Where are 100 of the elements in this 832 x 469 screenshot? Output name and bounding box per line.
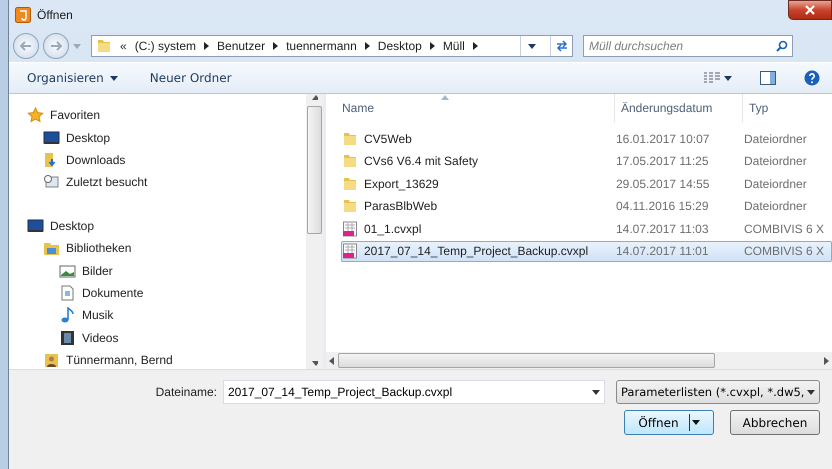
scroll-right-icon: [824, 356, 830, 364]
column-header[interactable]: Änderungsdatum: [614, 94, 742, 122]
date-cell-text: 17.05.2017 11:25: [615, 154, 710, 168]
breadcrumb-item[interactable]: Desktop: [378, 39, 422, 53]
star-icon: [27, 107, 44, 124]
help-icon: [804, 70, 820, 86]
list-view-icon: [704, 72, 720, 84]
pane-icon: [760, 71, 776, 85]
date-cell-text: 16.01.2017 10:07: [615, 132, 710, 146]
file-icon: [342, 220, 358, 237]
nav-item[interactable]: Videos: [82, 330, 118, 345]
file-row[interactable]: CVs6 V6.4 mit Safety 17.05.2017 11:25 Dateiordner: [341, 150, 832, 172]
music-note-icon: [59, 307, 76, 324]
file-name: CVs6 V6.4 mit Safety: [364, 154, 478, 168]
organize-button[interactable]: Organisieren: [23, 69, 122, 87]
scroll-left-icon: [328, 356, 334, 364]
nav-item[interactable]: Bibliotheken: [66, 241, 132, 256]
file-name: 2017_07_14_Temp_Project_Backup.cvxpl: [364, 244, 588, 258]
chevron-icon: [430, 42, 435, 50]
close-button[interactable]: [788, 0, 832, 20]
type-cell-text: Dateiordner: [743, 132, 808, 146]
breadcrumb-item[interactable]: Müll: [442, 39, 465, 53]
nav-item[interactable]: Downloads: [66, 152, 126, 167]
back-arrow-icon: [20, 41, 32, 51]
breadcrumb-item[interactable]: Benutzer: [217, 39, 266, 53]
date-cell-text: 14.07.2017 11:03: [615, 222, 710, 236]
filetype-dropdown[interactable]: Parameterlisten (*.cvxpl, *.dw5,: [616, 380, 820, 404]
type-cell-text: COMBIVIS 6 X: [743, 222, 826, 236]
desktop-icon: [27, 218, 44, 234]
file-name: CV5Web: [364, 132, 412, 146]
horizontal-scrollbar[interactable]: [326, 352, 832, 369]
date-cell-text: 04.11.2016 15:29: [615, 199, 710, 214]
chevron-icon: [204, 42, 210, 50]
type-cell-text: COMBIVIS 6 X: [743, 244, 826, 258]
file-row[interactable]: Export_13629 29.05.2017 14:55 Dateiordner: [341, 173, 832, 194]
vertical-scrollbar[interactable]: [306, 94, 323, 369]
folder-icon: [342, 153, 358, 170]
nav-item[interactable]: Dokumente: [82, 286, 144, 300]
file-row[interactable]: ParasBlbWeb 04.11.2016 15:29 Dateiordner: [341, 196, 832, 217]
nav-item[interactable]: Tünnermann, Bernd: [66, 353, 173, 368]
recent-places-icon: [43, 174, 60, 190]
sort-arrow-icon: [441, 95, 449, 100]
file-row[interactable]: 2017_07_14_Temp_Project_Backup.cvxpl 14.07.2017 11:01 COMBIVIS 6 X: [341, 240, 832, 262]
file-row[interactable]: CV5Web 16.01.2017 10:07 Dateiordner: [341, 128, 832, 149]
window-title: Öffnen: [37, 8, 74, 22]
chevron-icon: [364, 42, 370, 50]
nav-item[interactable]: Desktop: [66, 130, 110, 145]
nav-item[interactable]: Zuletzt besucht: [66, 175, 148, 190]
cancel-button[interactable]: Abbrechen: [730, 410, 820, 435]
file-name: ParasBlbWeb: [364, 199, 438, 214]
nav-item[interactable]: Desktop: [50, 218, 94, 233]
folder-icon: [342, 198, 358, 214]
caret-icon: [528, 44, 536, 48]
type-cell-text: Dateiordner: [743, 199, 808, 214]
close-icon: [805, 5, 815, 15]
app-icon: [15, 7, 31, 23]
chevron-icon: [273, 42, 278, 50]
address-bar[interactable]: « (C:) system Benutzer tuennermann Desktop Müll: [91, 35, 573, 57]
scroll-up-icon: [312, 94, 318, 102]
caret-icon: [692, 420, 700, 425]
type-cell-text: Dateiordner: [743, 176, 808, 191]
file-name: 01_1.cvxpl: [364, 222, 422, 236]
column-header[interactable]: Name: [336, 94, 614, 122]
column-header[interactable]: Typ: [742, 94, 832, 122]
search-icon: [776, 40, 788, 52]
caret-icon: [110, 76, 118, 80]
caret-icon: [807, 390, 815, 394]
history-caret-icon: [73, 44, 81, 48]
user-folder-icon: [43, 352, 60, 368]
document-icon: [59, 284, 76, 301]
caret-icon: [592, 390, 600, 394]
file-name: Export_13629: [364, 176, 439, 191]
film-icon: [59, 330, 76, 346]
library-icon: [43, 240, 60, 256]
type-cell-text: Dateiordner: [743, 154, 808, 168]
nav-item[interactable]: Favoriten: [50, 108, 100, 122]
nav-item[interactable]: Bilder: [82, 264, 113, 278]
forward-arrow-icon: [50, 41, 62, 51]
refresh-icon: [554, 40, 568, 52]
breadcrumb-item[interactable]: tuennermann: [286, 39, 357, 53]
search-field[interactable]: Müll durchsuchen: [583, 35, 793, 57]
new-folder-button[interactable]: Neuer Ordner: [146, 69, 236, 87]
open-button[interactable]: Öffnen: [624, 410, 714, 435]
filename-field[interactable]: 2017_07_14_Temp_Project_Backup.cvxpl: [223, 380, 605, 404]
file-icon: [342, 243, 358, 260]
nav-item[interactable]: Musik: [82, 308, 114, 322]
date-cell-text: 14.07.2017 11:01: [615, 244, 710, 258]
chevron-icon: [472, 42, 478, 50]
folder-icon: [342, 130, 358, 146]
filename-label: Dateiname:: [154, 385, 217, 399]
caret-icon: [724, 76, 732, 80]
preview-pane-button[interactable]: [758, 69, 778, 87]
file-row[interactable]: 01_1.cvxpl 14.07.2017 11:03 COMBIVIS 6 X: [341, 218, 832, 240]
help-button[interactable]: [802, 68, 822, 88]
folder-icon: [342, 176, 358, 192]
folder-icon: [96, 38, 112, 54]
breadcrumb-overflow[interactable]: «: [120, 39, 127, 53]
picture-icon: [59, 262, 76, 279]
desktop-icon: [43, 130, 60, 146]
breadcrumb-item[interactable]: (C:) system: [134, 39, 196, 53]
